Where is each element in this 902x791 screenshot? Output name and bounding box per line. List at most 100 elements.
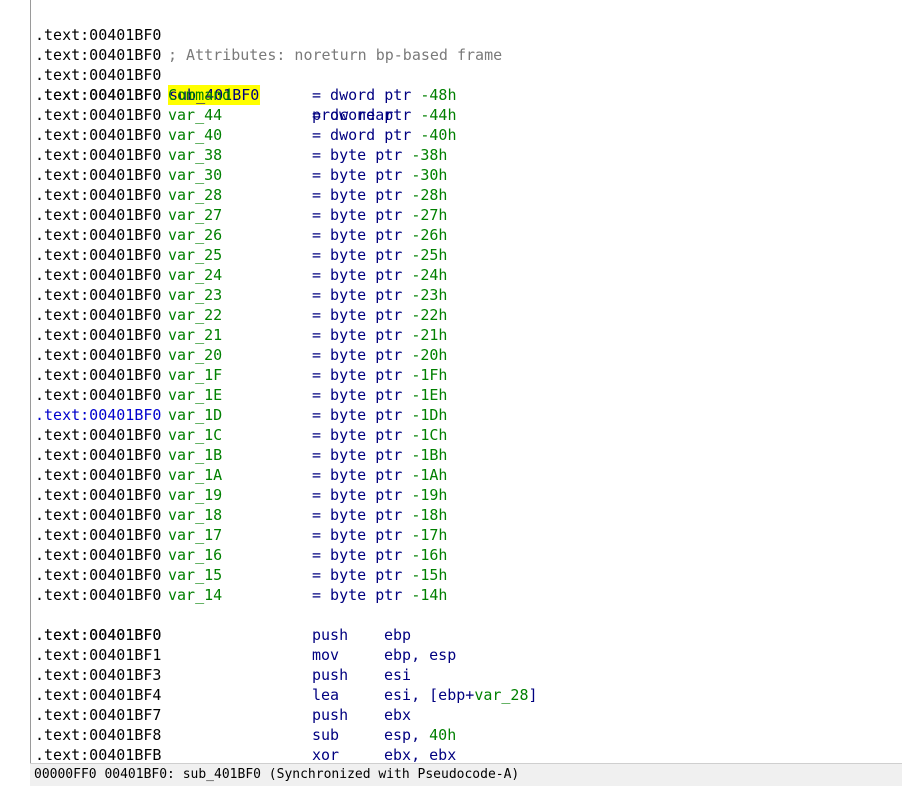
variable-type: = byte ptr — [312, 566, 412, 584]
listing-line-variable[interactable]: .text:00401BF0 var_1F = byte ptr -1Fh — [35, 365, 902, 385]
line-address: .text:00401BF0 — [35, 466, 162, 484]
variable-name[interactable]: var_1D — [168, 405, 222, 425]
listing-line-variable[interactable]: .text:00401BF0 var_28 = byte ptr -28h — [35, 185, 902, 205]
status-text: 00000FF0 00401BF0: sub_401BF0 (Synchroni… — [34, 767, 520, 782]
listing-line-variable[interactable]: .text:00401BF0 var_44 = dword ptr -44h — [35, 105, 902, 125]
listing-line-proc[interactable]: .text:00401BF0 sub_401BF0 proc near — [35, 45, 902, 124]
variable-name[interactable]: var_15 — [168, 565, 222, 585]
instruction-mnemonic: push — [312, 706, 349, 724]
listing-line-variable[interactable]: .text:00401BF0 var_30 = byte ptr -30h — [35, 165, 902, 185]
variable-name[interactable]: var_27 — [168, 205, 222, 225]
listing-line-instruction[interactable]: .text:00401BF8 sub esp, 40h — [35, 725, 902, 745]
listing-line-variable[interactable]: .text:00401BF0 var_21 = byte ptr -21h — [35, 325, 902, 345]
listing-line-instruction[interactable]: .text:00401BF1 mov ebp, esp — [35, 645, 902, 665]
listing-line-variable[interactable]: .text:00401BF0 var_1B = byte ptr -1Bh — [35, 445, 902, 465]
listing-line-variable[interactable]: .text:00401BF0 var_1C = byte ptr -1Ch — [35, 425, 902, 445]
listing-line-variable[interactable]: .text:00401BF0 var_38 = byte ptr -38h — [35, 145, 902, 165]
operand-text: ] — [528, 686, 538, 704]
instruction-operands: ebx, ebx — [384, 745, 456, 763]
variable-name[interactable]: var_40 — [168, 125, 222, 145]
listing-line-variable[interactable]: .text:00401BF0 var_16 = byte ptr -16h — [35, 545, 902, 565]
listing-line-instruction[interactable]: .text:00401BF4 lea esi, [ebp+var_28] — [35, 685, 902, 705]
line-address: .text:00401BF8 — [35, 726, 162, 744]
variable-name[interactable]: var_1F — [168, 365, 222, 385]
instruction-operands: ebp — [384, 625, 411, 645]
listing-line-variable[interactable]: .text:00401BF0 var_25 = byte ptr -25h — [35, 245, 902, 265]
listing-line-blank[interactable]: .text:00401BF0 — [35, 65, 902, 104]
listing-line-variable[interactable]: .text:00401BF0 var_1D = byte ptr -1Dh — [35, 405, 902, 425]
variable-definition: = byte ptr -1Dh — [312, 405, 447, 425]
variable-name[interactable]: var_1E — [168, 385, 222, 405]
listing-line-variable[interactable]: .text:00401BF0 var_19 = byte ptr -19h — [35, 485, 902, 505]
variable-name[interactable]: var_18 — [168, 505, 222, 525]
listing-line-header-comment[interactable]: .text:00401BF0 ; Attributes: noreturn bp… — [35, 5, 902, 64]
variable-name[interactable]: var_1C — [168, 425, 222, 445]
variable-name[interactable]: var_21 — [168, 325, 222, 345]
listing-line-variable[interactable]: .text:00401BF0 var_1E = byte ptr -1Eh — [35, 385, 902, 405]
variable-definition: = byte ptr -38h — [312, 145, 447, 165]
operand-text: esp, — [384, 726, 430, 744]
variable-offset: -22h — [411, 306, 448, 324]
variable-name[interactable]: var_19 — [168, 485, 222, 505]
variable-type: = byte ptr — [312, 586, 412, 604]
listing-line-variable[interactable]: .text:00401BF0 var_1A = byte ptr -1Ah — [35, 465, 902, 485]
variable-name[interactable]: var_28 — [168, 185, 222, 205]
listing-line-instruction[interactable]: .text:00401BFB xor ebx, ebx — [35, 745, 902, 763]
listing-line-variable[interactable]: .text:00401BF0 var_17 = byte ptr -17h — [35, 525, 902, 545]
variable-offset: -30h — [411, 166, 448, 184]
variable-offset: -14h — [411, 586, 448, 604]
listing-line-variable[interactable]: .text:00401BF0 var_27 = byte ptr -27h — [35, 205, 902, 225]
variable-definition: = byte ptr -27h — [312, 205, 447, 225]
listing-line-variable[interactable]: .text:00401BF0 var_40 = dword ptr -40h — [35, 125, 902, 145]
variable-name[interactable]: var_14 — [168, 585, 222, 605]
variable-definition: = byte ptr -1Eh — [312, 385, 447, 405]
listing-line-variable[interactable]: .text:00401BF0 var_18 = byte ptr -18h — [35, 505, 902, 525]
variable-name[interactable]: var_25 — [168, 245, 222, 265]
listing-line-variable[interactable]: .text:00401BF0 var_24 = byte ptr -24h — [35, 265, 902, 285]
listing-line-variable[interactable]: .text:00401BF0 var_20 = byte ptr -20h — [35, 345, 902, 365]
line-address: .text:00401BF0 — [35, 186, 162, 204]
listing-line-instruction[interactable]: .text:00401BF0 push ebp — [35, 625, 902, 645]
listing-line-instruction[interactable]: .text:00401BF3 push esi — [35, 665, 902, 685]
variable-name[interactable]: var_20 — [168, 345, 222, 365]
instruction-mnemonic: xor — [312, 746, 340, 763]
variable-type: = byte ptr — [312, 546, 412, 564]
listing-line-variable[interactable]: .text:00401BF0 var_14 = byte ptr -14h — [35, 585, 902, 605]
variable-definition: = byte ptr -16h — [312, 545, 447, 565]
variable-type: = byte ptr — [312, 266, 412, 284]
line-address: .text:00401BF0 — [35, 366, 162, 384]
variable-name[interactable]: var_22 — [168, 305, 222, 325]
listing-line-blank[interactable]: .text:00401BF0 — [35, 605, 902, 644]
variable-name[interactable]: var_30 — [168, 165, 222, 185]
listing-line-variable[interactable]: .text:00401BF0 var_26 = byte ptr -26h — [35, 225, 902, 245]
listing-line-variable[interactable]: .text:00401BF0 var_23 = byte ptr -23h — [35, 285, 902, 305]
variable-name[interactable]: var_23 — [168, 285, 222, 305]
line-address: .text:00401BF1 — [35, 646, 162, 664]
variable-name[interactable]: var_26 — [168, 225, 222, 245]
listing-gutter[interactable] — [0, 0, 30, 763]
operand-immediate: 40h — [429, 726, 457, 744]
variable-name[interactable]: var_1A — [168, 465, 222, 485]
listing-line-variable[interactable]: .text:00401BF0 Command = dword ptr -48h — [35, 85, 902, 105]
variable-name[interactable]: var_38 — [168, 145, 222, 165]
listing-line-variable[interactable]: .text:00401BF0 var_22 = byte ptr -22h — [35, 305, 902, 325]
variable-name[interactable]: Command — [168, 85, 231, 105]
variable-name[interactable]: var_16 — [168, 545, 222, 565]
variable-definition: = byte ptr -25h — [312, 245, 447, 265]
instruction-mnemonic: mov — [312, 646, 340, 664]
variable-name[interactable]: var_1B — [168, 445, 222, 465]
operand-variable[interactable]: var_28 — [474, 686, 528, 704]
variable-offset: -25h — [411, 246, 448, 264]
variable-name[interactable]: var_44 — [168, 105, 222, 125]
disassembly-listing[interactable]: .text:00401BF0 ; Attributes: noreturn bp… — [35, 5, 902, 763]
listing-line-variable[interactable]: .text:00401BF0 var_15 = byte ptr -15h — [35, 565, 902, 585]
listing-line-blank[interactable]: .text:00401BF0 — [35, 25, 902, 64]
variable-offset: -17h — [411, 526, 448, 544]
variable-offset: -28h — [411, 186, 448, 204]
variable-type: = byte ptr — [312, 386, 412, 404]
variable-name[interactable]: var_24 — [168, 265, 222, 285]
instruction-list: .text:00401BF0 push ebp .text:00401BF1 mov eb… — [35, 625, 902, 763]
variable-offset: -19h — [411, 486, 448, 504]
listing-line-instruction[interactable]: .text:00401BF7 push ebx — [35, 705, 902, 725]
variable-name[interactable]: var_17 — [168, 525, 222, 545]
